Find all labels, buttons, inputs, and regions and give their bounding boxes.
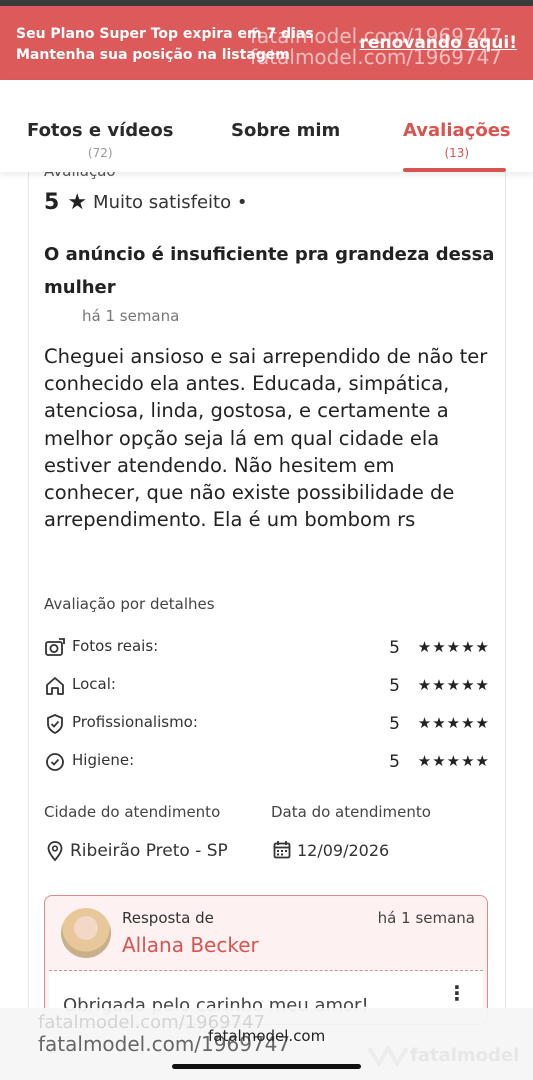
detail-label: Fotos reais: [72,637,159,655]
detail-row-hygiene: Higiene: 5 ★★★★★ [44,749,490,773]
tab-count: (72) [87,146,113,160]
reply-author[interactable]: Allana Becker [122,933,259,957]
logo-text: fatalmodel [410,1044,520,1066]
tab-label: Fotos e vídeos [27,120,174,141]
more-options-icon[interactable]: ⋮ [447,983,467,1003]
satisfaction-label: Muito satisfeito • [93,192,248,213]
detail-label: Higiene: [72,751,135,769]
review-title: O anúncio é insuficiente pra grandeza de… [44,244,495,298]
detail-row-location: Local: 5 ★★★★★ [44,673,490,697]
watermark: fatalmodel.com [208,1027,326,1045]
watermark: fatalmodel.com/1969747 [250,45,503,69]
detail-stars: ★★★★★ [417,676,490,694]
date-value: 12/09/2026 [273,840,389,860]
avatar [61,908,111,958]
detail-row-real-photos: Fotos reais: 5 ★★★★★ [44,635,490,659]
tab-photos-videos[interactable]: Fotos e vídeos (72) [27,120,173,160]
star-icon: ★ [67,190,88,215]
city-label: Cidade do atendimento [44,803,221,821]
calendar-icon [273,841,291,859]
profile-tabs: Fotos e vídeos (72) Sobre mim Avaliações… [0,80,533,172]
watermark-logo: fatalmodel [366,1040,519,1070]
tab-label: Avaliações [403,120,511,141]
active-tab-indicator [403,168,506,172]
detail-row-professionalism: Profissionalismo: 5 ★★★★★ [44,711,490,735]
camera-icon [45,638,65,656]
check-circle-icon [46,753,64,771]
detail-stars: ★★★★★ [417,714,490,732]
detail-score: 5 [389,638,400,658]
date-text: 12/09/2026 [297,840,390,860]
reply-time: há 1 semana [377,909,475,927]
detail-label: Local: [72,675,116,693]
city-text: Ribeirão Preto - SP [70,841,228,861]
rating-score: 5 [44,190,60,215]
home-indicator[interactable] [172,1064,361,1069]
shield-check-icon [47,714,63,735]
detail-score: 5 [389,676,400,696]
review-body: Cheguei ansioso e sai arrependido de não… [44,345,488,532]
date-label: Data do atendimento [271,803,431,821]
home-icon [46,677,64,695]
owner-reply: Resposta de Allana Becker há 1 semana Ob… [44,895,488,1025]
detail-stars: ★★★★★ [417,752,490,770]
tab-reviews[interactable]: Avaliações (13) [403,120,511,160]
tab-count: (13) [444,146,470,160]
city-value: Ribeirão Preto - SP [46,840,228,862]
detail-score: 5 [389,714,400,734]
detail-score: 5 [389,752,400,772]
details-title: Avaliação por detalhes [44,595,215,613]
detail-label: Profissionalismo: [72,713,198,731]
tab-label: Sobre mim [231,120,341,141]
detail-stars: ★★★★★ [417,638,490,656]
logo-icon [367,1046,409,1066]
review-rating: 5 ★ Muito satisfeito • [44,190,247,215]
location-pin-icon [47,841,63,862]
reply-label: Resposta de [122,909,214,927]
tab-about-me[interactable]: Sobre mim [231,120,340,146]
review-time: há 1 semana [82,307,180,325]
